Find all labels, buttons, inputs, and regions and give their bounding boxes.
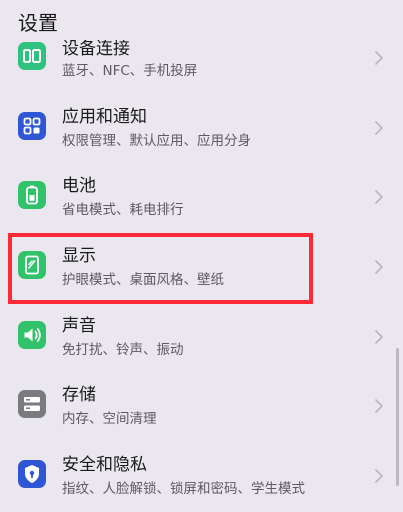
settings-item-sound[interactable]: 声音 免打扰、铃声、振动 <box>0 307 403 373</box>
chevron-right-icon <box>375 260 383 274</box>
item-title: 安全和隐私 <box>62 455 147 475</box>
item-title: 声音 <box>62 316 96 336</box>
sound-icon <box>18 321 46 349</box>
item-subtitle: 内存、空间清理 <box>62 411 157 427</box>
security-icon <box>18 460 46 488</box>
chevron-right-icon <box>375 190 383 204</box>
settings-item-storage[interactable]: 存储 内存、空间清理 <box>0 376 403 442</box>
item-subtitle: 指纹、人脸解锁、锁屏和密码、学生模式 <box>62 481 305 497</box>
display-icon <box>18 251 46 279</box>
settings-item-security-privacy[interactable]: 安全和隐私 指纹、人脸解锁、锁屏和密码、学生模式 <box>0 446 403 512</box>
apps-icon <box>18 112 46 140</box>
item-subtitle: 护眼模式、桌面风格、壁纸 <box>62 272 224 288</box>
item-title: 设备连接 <box>62 39 130 59</box>
item-subtitle: 权限管理、默认应用、应用分身 <box>62 133 251 149</box>
chevron-right-icon <box>375 469 383 483</box>
device-connection-icon <box>18 42 46 70</box>
item-title: 显示 <box>62 246 96 266</box>
settings-item-display[interactable]: 显示 护眼模式、桌面风格、壁纸 <box>0 237 403 303</box>
app-header: 设置 <box>0 0 403 40</box>
scrollbar[interactable] <box>396 348 399 486</box>
chevron-right-icon <box>375 121 383 135</box>
item-subtitle: 省电模式、耗电排行 <box>62 202 184 218</box>
page-title: 设置 <box>18 11 58 35</box>
item-title: 电池 <box>62 176 96 196</box>
item-title: 存储 <box>62 385 96 405</box>
item-title: 应用和通知 <box>62 107 147 127</box>
settings-list: 设备连接 蓝牙、NFC、手机投屏 应用和通知 权限管理、默认应用、应用分身 电池… <box>0 0 403 497</box>
settings-item-device-connection[interactable]: 设备连接 蓝牙、NFC、手机投屏 <box>0 34 403 100</box>
storage-icon <box>18 390 46 418</box>
chevron-right-icon <box>375 51 383 65</box>
settings-item-apps-notifications[interactable]: 应用和通知 权限管理、默认应用、应用分身 <box>0 98 403 164</box>
chevron-right-icon <box>375 399 383 413</box>
item-subtitle: 免打扰、铃声、振动 <box>62 342 184 358</box>
chevron-right-icon <box>375 330 383 344</box>
item-subtitle: 蓝牙、NFC、手机投屏 <box>62 63 198 79</box>
settings-item-battery[interactable]: 电池 省电模式、耗电排行 <box>0 167 403 233</box>
battery-icon <box>18 181 46 209</box>
